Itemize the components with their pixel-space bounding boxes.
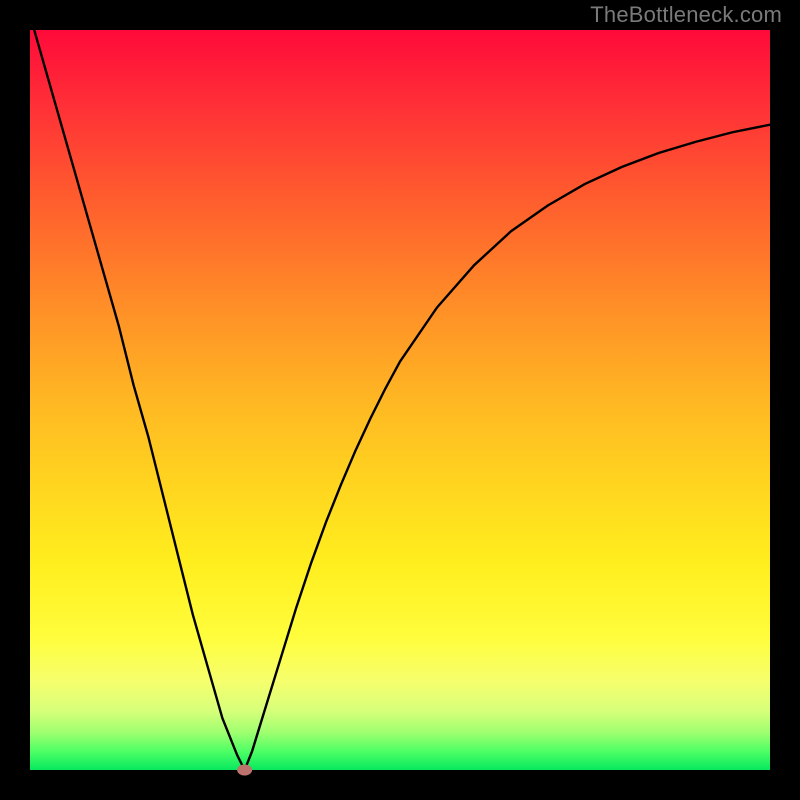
bottleneck-curve — [30, 15, 770, 770]
chart-container: TheBottleneck.com — [0, 0, 800, 800]
watermark: TheBottleneck.com — [590, 2, 782, 28]
curve-svg — [30, 30, 770, 770]
curve-minimum-marker — [238, 765, 252, 775]
plot-area — [30, 30, 770, 770]
